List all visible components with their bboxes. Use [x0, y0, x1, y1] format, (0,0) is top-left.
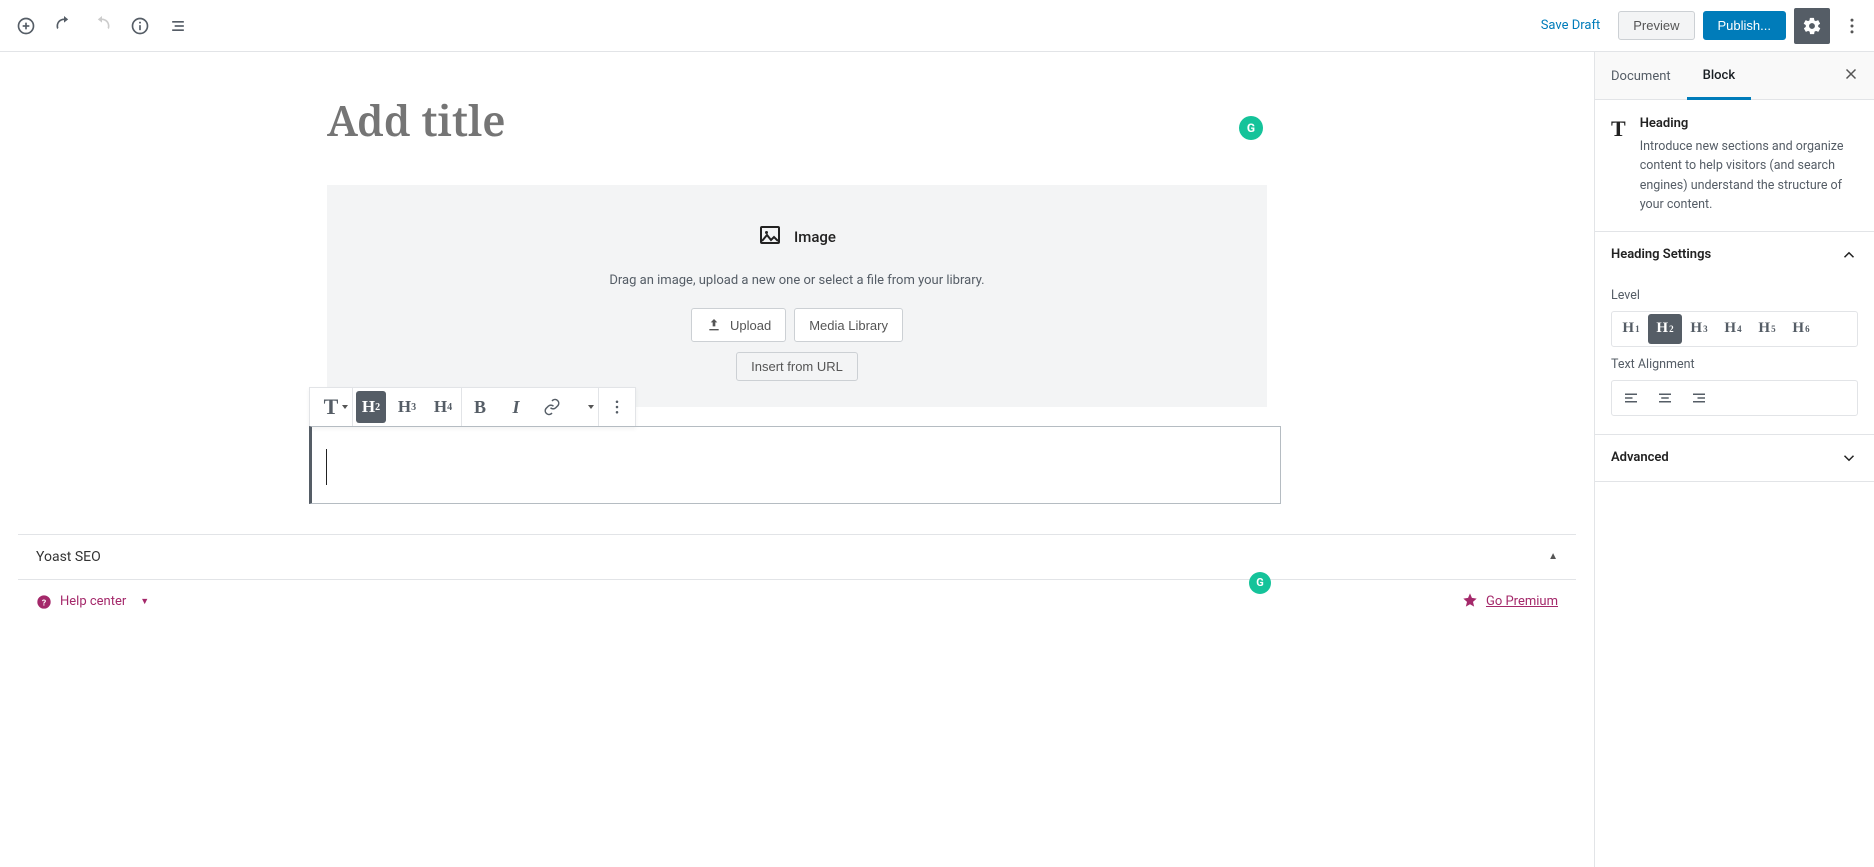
image-block-description: Drag an image, upload a new one or selec…: [347, 273, 1247, 288]
upload-button[interactable]: Upload: [691, 308, 786, 342]
add-block-button[interactable]: [8, 8, 44, 44]
heading-h4-button[interactable]: H4: [425, 388, 461, 426]
align-left-button[interactable]: [1614, 383, 1648, 413]
heading-type-icon: T: [1611, 116, 1626, 215]
text-alignment-picker: [1611, 380, 1858, 416]
outline-button[interactable]: [160, 8, 196, 44]
level-h4[interactable]: H4: [1716, 314, 1750, 344]
align-right-button[interactable]: [1682, 383, 1716, 413]
level-h3[interactable]: H3: [1682, 314, 1716, 344]
tab-document[interactable]: Document: [1595, 53, 1687, 98]
heading-h2-button[interactable]: H2: [356, 391, 386, 423]
block-more-options-button[interactable]: [599, 388, 635, 426]
level-h2[interactable]: H2: [1648, 314, 1682, 344]
image-block-placeholder: Image Drag an image, upload a new one or…: [327, 185, 1267, 407]
advanced-toggle[interactable]: Advanced: [1595, 435, 1874, 481]
grammarly-badge-icon[interactable]: G: [1239, 116, 1263, 140]
redo-button[interactable]: [84, 8, 120, 44]
tab-block[interactable]: Block: [1687, 52, 1751, 100]
image-icon: [758, 223, 782, 251]
settings-sidebar: Document Block T Heading Introduce new s…: [1594, 52, 1874, 867]
block-summary: T Heading Introduce new sections and org…: [1595, 100, 1874, 232]
preview-button[interactable]: Preview: [1618, 11, 1694, 40]
yoast-panel-toggle[interactable]: Yoast SEO ▲: [18, 535, 1576, 579]
insert-from-url-button[interactable]: Insert from URL: [736, 352, 858, 381]
heading-block: T H2 H3 H4 B I: [309, 387, 1281, 504]
sidebar-close-button[interactable]: [1828, 55, 1874, 97]
settings-toggle-button[interactable]: [1794, 8, 1830, 44]
chevron-down-icon: [1840, 449, 1858, 467]
level-h5[interactable]: H5: [1750, 314, 1784, 344]
caret-down-icon: ▼: [140, 596, 149, 607]
more-rich-text-button[interactable]: [570, 388, 598, 426]
block-title: Heading: [1640, 116, 1858, 131]
yoast-seo-panel: Yoast SEO ▲ ? Help center ▼ Go Premium: [18, 534, 1576, 624]
heading-level-picker: H1 H2 H3 H4 H5 H6: [1611, 311, 1858, 347]
svg-text:?: ?: [42, 598, 46, 608]
star-icon: [1462, 592, 1478, 612]
grammarly-inline-icon[interactable]: G: [1249, 572, 1271, 594]
post-title-input[interactable]: [327, 92, 1267, 149]
italic-button[interactable]: I: [498, 388, 534, 426]
align-center-button[interactable]: [1648, 383, 1682, 413]
publish-button[interactable]: Publish...: [1703, 11, 1786, 40]
bold-button[interactable]: B: [462, 388, 498, 426]
advanced-section: Advanced: [1595, 435, 1874, 482]
yoast-help-center-button[interactable]: ? Help center ▼: [36, 594, 149, 610]
block-description: Introduce new sections and organize cont…: [1640, 137, 1858, 215]
top-toolbar: Save Draft Preview Publish...: [0, 0, 1874, 52]
level-label: Level: [1611, 288, 1858, 303]
level-h1[interactable]: H1: [1614, 314, 1648, 344]
undo-button[interactable]: [46, 8, 82, 44]
editor-canvas[interactable]: G Image Drag an image, upload a new one …: [0, 52, 1594, 867]
go-premium-link[interactable]: Go Premium: [1486, 594, 1558, 609]
link-button[interactable]: [534, 388, 570, 426]
heading-settings-toggle[interactable]: Heading Settings: [1595, 232, 1874, 278]
more-options-button[interactable]: [1838, 8, 1866, 44]
chevron-up-icon: [1840, 246, 1858, 264]
block-toolbar: T H2 H3 H4 B I: [309, 387, 636, 427]
heading-text-input[interactable]: [309, 426, 1281, 504]
image-block-label: Image: [794, 228, 836, 246]
heading-settings-section: Heading Settings Level H1 H2 H3 H4 H5 H6…: [1595, 232, 1874, 435]
block-type-switcher[interactable]: T: [310, 388, 352, 426]
caret-up-icon: ▲: [1548, 551, 1558, 562]
heading-h3-button[interactable]: H3: [389, 388, 425, 426]
content-info-button[interactable]: [122, 8, 158, 44]
save-draft-button[interactable]: Save Draft: [1531, 12, 1611, 39]
level-h6[interactable]: H6: [1784, 314, 1818, 344]
media-library-button[interactable]: Media Library: [794, 308, 903, 342]
yoast-title: Yoast SEO: [36, 549, 101, 565]
text-alignment-label: Text Alignment: [1611, 357, 1858, 372]
